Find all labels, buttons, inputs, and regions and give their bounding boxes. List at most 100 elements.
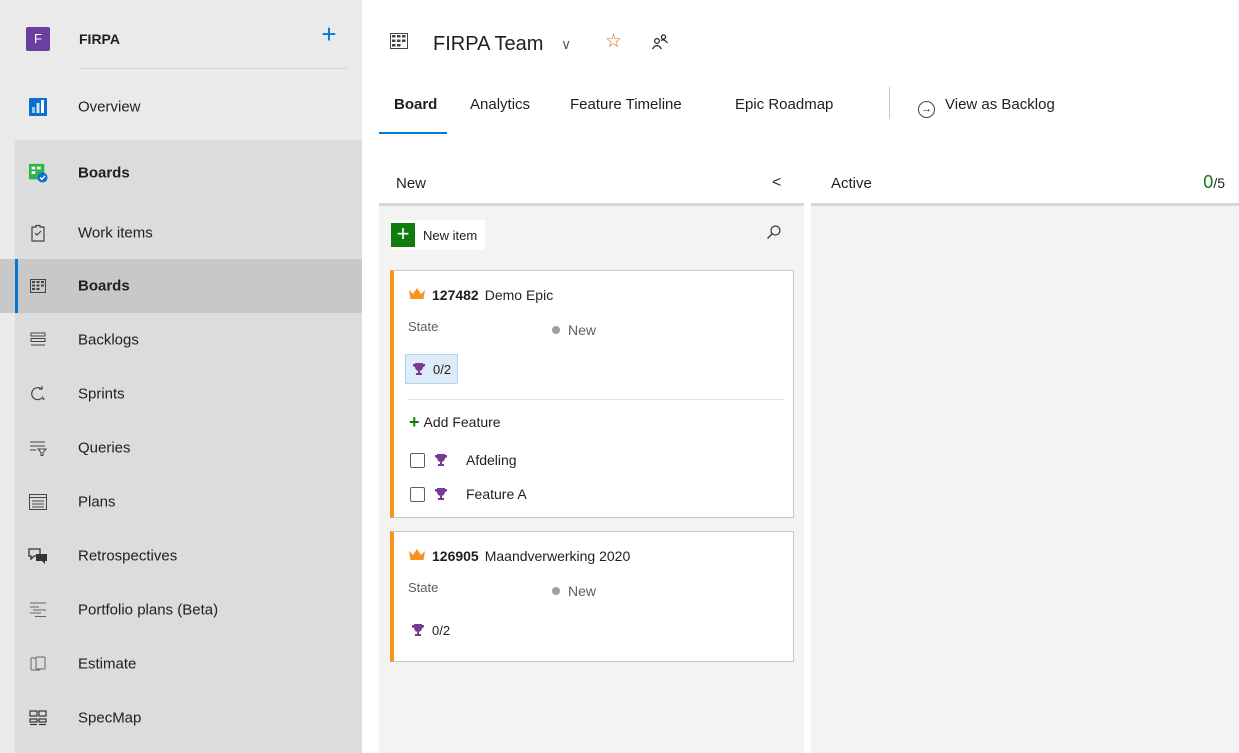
sidebar-item-label: Plans <box>78 493 116 511</box>
sidebar-item-label: Estimate <box>78 655 137 673</box>
child-item: Afdeling <box>410 451 517 469</box>
work-item-card[interactable]: 127482 Demo Epic State New 0/2 + Add Featu… <box>390 270 794 518</box>
child-checkbox[interactable] <box>410 452 425 468</box>
work-item-title: Maandverwerking 2020 <box>484 548 631 564</box>
trophy-icon <box>413 363 425 375</box>
sidebar-item-label: Retrospectives <box>78 547 178 565</box>
project-header: F FIRPA + <box>0 0 362 80</box>
tab-feature-timeline[interactable]: Feature Timeline <box>570 96 682 113</box>
board-column-new: New < + New item 127482 Demo Epic State N… <box>379 158 804 753</box>
sidebar-item-specmap[interactable]: SpecMap <box>0 691 362 745</box>
tab-separator <box>889 87 890 119</box>
team-board-icon <box>390 33 408 49</box>
child-progress-badge[interactable]: 0/2 <box>405 354 459 384</box>
tab-analytics[interactable]: Analytics <box>470 96 530 113</box>
state-value-text: New <box>568 322 597 338</box>
wip-limit-counter: 0/5 <box>1203 172 1225 193</box>
sprints-icon <box>28 384 48 404</box>
tab-epic-roadmap[interactable]: Epic Roadmap <box>735 96 833 113</box>
epic-crown-icon <box>408 548 426 562</box>
work-item-card[interactable]: 126905 Maandverwerking 2020 State New 0/2 <box>390 531 794 662</box>
child-item: Feature A <box>410 485 527 503</box>
sidebar-item-label: Boards <box>78 164 130 182</box>
wip-current: 0 <box>1203 172 1214 192</box>
trophy-icon <box>435 488 447 500</box>
board-grid-icon <box>28 276 48 296</box>
sidebar-item-label: Boards <box>78 277 130 295</box>
state-field-value[interactable]: New <box>552 583 596 599</box>
overview-icon <box>28 97 48 117</box>
sidebar-item-queries[interactable]: Queries <box>0 421 362 475</box>
sidebar-item-label: Work items <box>78 224 153 242</box>
backlogs-icon <box>28 330 48 350</box>
sidebar-item-estimate[interactable]: Estimate <box>0 637 362 691</box>
search-icon[interactable] <box>766 224 782 240</box>
sidebar-item-label: Queries <box>78 439 131 457</box>
wip-limit: /5 <box>1213 175 1225 191</box>
work-items-icon <box>28 223 48 243</box>
new-item-button[interactable]: + New item <box>391 220 486 250</box>
progress-count: 0/2 <box>432 622 451 638</box>
sidebar-item-overview[interactable]: Overview <box>0 80 362 134</box>
team-members-icon[interactable] <box>650 32 670 52</box>
sidebar-item-label: Portfolio plans (Beta) <box>78 601 219 619</box>
chevron-down-icon[interactable]: ∨ <box>561 36 571 53</box>
sidebar-item-label: SpecMap <box>78 709 142 727</box>
sidebar-item-label: Backlogs <box>78 331 139 349</box>
specmap-icon <box>28 708 48 728</box>
view-as-backlog-label: View as Backlog <box>945 96 1055 113</box>
epic-crown-icon <box>408 287 426 301</box>
sidebar: F FIRPA + Overview Boards Work items Boa… <box>0 0 362 753</box>
card-title[interactable]: 126905 Maandverwerking 2020 <box>408 548 630 564</box>
estimate-cards-icon <box>28 654 48 674</box>
project-avatar[interactable]: F <box>26 27 50 51</box>
card-title[interactable]: 127482 Demo Epic <box>408 287 553 303</box>
child-title[interactable]: Feature A <box>466 486 527 502</box>
column-title: Active <box>831 175 872 192</box>
state-dot-icon <box>552 326 560 334</box>
sidebar-item-portfolio-plans[interactable]: Portfolio plans (Beta) <box>0 583 362 637</box>
column-header: New < <box>379 158 804 206</box>
add-plus-icon: + <box>409 412 420 432</box>
active-tab-indicator <box>379 132 447 134</box>
card-divider <box>408 399 784 400</box>
child-checkbox[interactable] <box>410 486 425 502</box>
new-item-label: New item <box>423 227 478 243</box>
tab-board[interactable]: Board <box>394 96 437 113</box>
sidebar-item-plans[interactable]: Plans <box>0 475 362 529</box>
queries-icon <box>28 438 48 458</box>
sidebar-item-boards-hub[interactable]: Boards <box>0 146 362 200</box>
plans-icon <box>28 492 48 512</box>
boards-hub-icon <box>28 163 48 183</box>
add-new-plus-icon[interactable]: + <box>316 21 342 48</box>
child-progress-badge[interactable]: 0/2 <box>405 615 456 645</box>
work-item-id: 126905 <box>432 548 479 564</box>
column-title: New <box>396 175 427 192</box>
sidebar-divider <box>79 68 347 69</box>
add-feature-button[interactable]: + Add Feature <box>409 412 501 433</box>
child-title[interactable]: Afdeling <box>466 452 517 468</box>
progress-count: 0/2 <box>433 361 452 377</box>
sidebar-item-retrospectives[interactable]: Retrospectives <box>0 529 362 583</box>
view-as-backlog-link[interactable]: → View as Backlog <box>918 96 1055 118</box>
state-value-text: New <box>568 583 597 599</box>
project-name[interactable]: FIRPA <box>79 31 120 47</box>
arrow-circle-icon: → <box>918 101 935 118</box>
retrospectives-icon <box>28 546 48 566</box>
sidebar-item-backlogs[interactable]: Backlogs <box>0 313 362 367</box>
team-selector[interactable]: FIRPA Team <box>433 33 543 56</box>
state-dot-icon <box>552 587 560 595</box>
add-plus-icon: + <box>391 223 415 247</box>
state-field-value[interactable]: New <box>552 322 596 338</box>
sidebar-item-label: Sprints <box>78 385 125 403</box>
work-item-title: Demo Epic <box>484 287 554 303</box>
favorite-star-icon[interactable]: ☆ <box>605 30 622 53</box>
column-header: Active 0/5 <box>811 158 1239 206</box>
sidebar-item-work-items[interactable]: Work items <box>0 206 362 260</box>
collapse-column-icon[interactable]: < <box>772 174 781 192</box>
trophy-icon <box>412 624 424 636</box>
sidebar-item-sprints[interactable]: Sprints <box>0 367 362 421</box>
sidebar-item-boards[interactable]: Boards <box>0 259 362 313</box>
state-field-label: State <box>408 319 439 334</box>
add-feature-label: Add Feature <box>423 414 501 430</box>
